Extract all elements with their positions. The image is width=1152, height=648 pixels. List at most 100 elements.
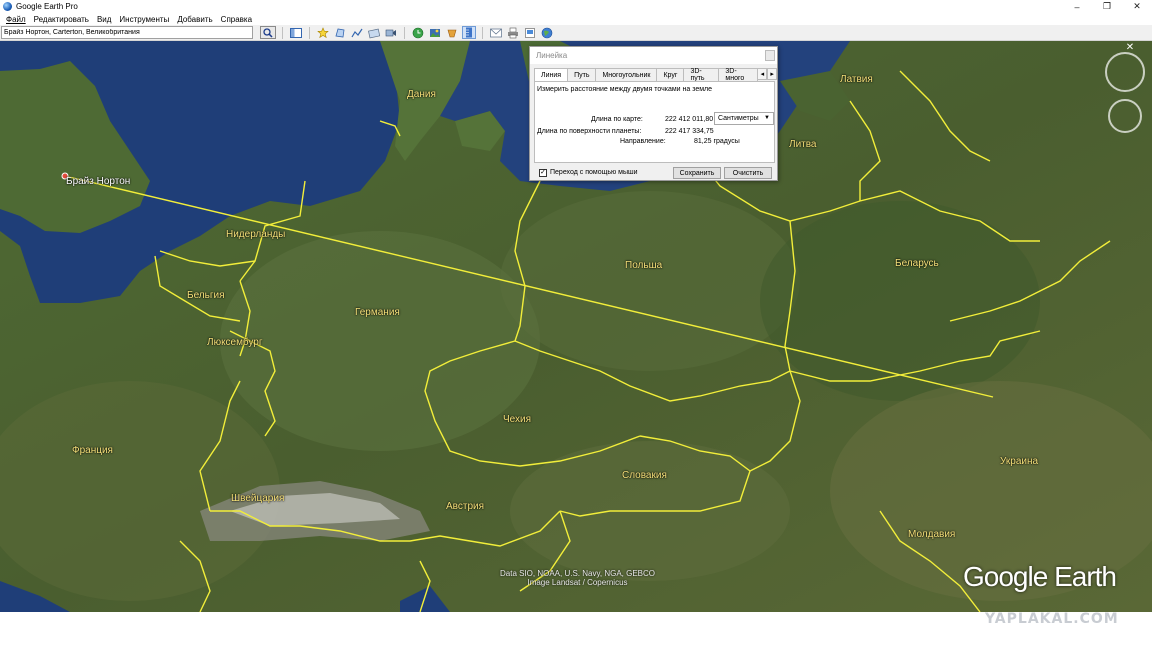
country-label: Беларусь xyxy=(895,258,939,269)
units-selected-value: Сантиметры xyxy=(718,115,759,122)
country-label: Бельгия xyxy=(187,290,225,301)
heading-label: Направление: xyxy=(620,138,666,145)
menu-edit[interactable]: Редактировать xyxy=(30,15,93,24)
planet-icon xyxy=(447,29,457,37)
ruler-icon xyxy=(466,27,472,38)
historical-imagery-icon xyxy=(412,27,424,38)
sunlight-icon xyxy=(430,28,440,37)
save-button[interactable]: Сохранить xyxy=(673,167,721,179)
country-label: Чехия xyxy=(503,414,532,425)
historical-imagery-button[interactable] xyxy=(411,26,425,39)
mouse-navigation-label: Переход с помощью мыши xyxy=(550,169,638,176)
tab-line[interactable]: Линия xyxy=(534,68,569,82)
tab-3d-path[interactable]: 3D-путь xyxy=(683,68,720,82)
search-input[interactable] xyxy=(1,26,253,39)
placemark-label[interactable]: Брайз Нортон xyxy=(66,176,130,187)
country-label: Молдавия xyxy=(908,529,956,540)
view-in-maps-button[interactable] xyxy=(540,26,554,39)
toolbar-separator xyxy=(282,26,283,39)
tab-circle[interactable]: Круг xyxy=(656,68,685,81)
print-button[interactable] xyxy=(506,26,520,39)
country-label: Франция xyxy=(72,445,113,456)
country-label: Нидерланды xyxy=(226,229,286,240)
sidebar-toggle-button[interactable] xyxy=(289,26,303,39)
tour-icon xyxy=(385,29,396,36)
tab-3d-polygon[interactable]: 3D-много xyxy=(718,68,759,82)
navigation-look-joystick[interactable] xyxy=(1108,99,1142,133)
ground-length-label: Длина по поверхности планеты: xyxy=(537,128,642,135)
globe-icon xyxy=(541,27,553,38)
save-image-icon xyxy=(525,27,535,38)
country-label: Латвия xyxy=(840,74,873,85)
country-label: Люксембург xyxy=(207,337,263,348)
units-select[interactable]: Сантиметры ▼ xyxy=(714,112,774,125)
ruler-tab-bar: Линия Путь Многоугольник Круг 3D-путь 3D… xyxy=(534,68,777,82)
ruler-panel: Измерить расстояние между двумя точками … xyxy=(534,81,775,163)
navigation-compass[interactable] xyxy=(1105,52,1145,92)
mouse-navigation-checkbox[interactable]: ✓ xyxy=(539,169,547,177)
country-label: Украина xyxy=(1000,456,1039,467)
image-overlay-icon xyxy=(368,28,380,38)
search-icon xyxy=(263,27,273,38)
ruler-footer: ✓ Переход с помощью мыши Сохранить Очист… xyxy=(534,166,775,180)
minimize-button[interactable]: – xyxy=(1062,0,1092,13)
tab-path[interactable]: Путь xyxy=(567,68,597,81)
country-label: Словакия xyxy=(622,470,667,481)
toolbar xyxy=(0,25,1152,41)
add-placemark-button[interactable] xyxy=(316,26,330,39)
imagery-attribution: Data SIO, NOAA, U.S. Navy, NGA, GEBCO Im… xyxy=(500,569,655,587)
google-earth-logo: Google Earth xyxy=(963,561,1117,592)
toolbar-separator xyxy=(404,26,405,39)
ruler-close-button[interactable] xyxy=(765,50,775,61)
menu-bar: Файл Редактировать Вид Инструменты Добав… xyxy=(0,13,1152,25)
menu-file[interactable]: Файл xyxy=(0,15,30,24)
record-tour-button[interactable] xyxy=(384,26,398,39)
tab-scroll-right-icon[interactable]: ▸ xyxy=(767,68,777,80)
country-label: Германия xyxy=(355,307,400,318)
tab-polygon[interactable]: Многоугольник xyxy=(595,68,658,81)
tab-scroll-left-icon[interactable]: ◂ xyxy=(757,68,768,80)
print-icon xyxy=(508,27,518,38)
planets-button[interactable] xyxy=(445,26,459,39)
map-length-label: Длина по карте: xyxy=(591,116,643,123)
polygon-icon xyxy=(335,28,345,37)
toolbar-separator xyxy=(309,26,310,39)
map-length-value: 222 412 011,80 xyxy=(665,116,714,123)
menu-add[interactable]: Добавить xyxy=(173,15,216,24)
window-title: Google Earth Pro xyxy=(16,2,78,11)
ruler-button[interactable] xyxy=(462,26,476,39)
chevron-down-icon: ▼ xyxy=(764,115,770,121)
title-bar: Google Earth Pro – ❐ ✕ xyxy=(0,0,1152,13)
window-controls: – ❐ ✕ xyxy=(1062,0,1152,13)
country-label: Дания xyxy=(407,89,436,100)
watermark: YAPLAKAL.COM xyxy=(985,611,1119,627)
menu-view[interactable]: Вид xyxy=(93,15,115,24)
maximize-button[interactable]: ❐ xyxy=(1092,0,1122,13)
path-icon xyxy=(351,28,363,37)
heading-value: 81,25 градусы xyxy=(694,138,740,145)
placemark-pin-icon xyxy=(317,26,329,38)
search-button[interactable] xyxy=(260,26,276,39)
google-earth-app-icon xyxy=(3,2,12,11)
toolbar-separator xyxy=(482,26,483,39)
country-label: Польша xyxy=(625,260,663,271)
country-label: Литва xyxy=(789,139,817,150)
country-label: Швейцария xyxy=(231,493,285,504)
email-icon xyxy=(490,28,502,37)
close-button[interactable]: ✕ xyxy=(1122,0,1152,13)
ruler-dialog: Линейка Линия Путь Многоугольник Круг 3D… xyxy=(529,46,778,181)
menu-tools[interactable]: Инструменты xyxy=(115,15,173,24)
ground-length-value: 222 417 334,75 xyxy=(665,128,714,135)
ruler-dialog-title[interactable]: Линейка xyxy=(530,47,777,64)
sunlight-button[interactable] xyxy=(428,26,442,39)
add-image-overlay-button[interactable] xyxy=(367,26,381,39)
save-image-button[interactable] xyxy=(523,26,537,39)
country-label: Австрия xyxy=(446,501,485,512)
add-polygon-button[interactable] xyxy=(333,26,347,39)
ruler-description: Измерить расстояние между двумя точками … xyxy=(537,86,713,93)
sidebar-icon xyxy=(290,27,302,38)
add-path-button[interactable] xyxy=(350,26,364,39)
menu-help[interactable]: Справка xyxy=(217,15,256,24)
email-button[interactable] xyxy=(489,26,503,39)
clear-button[interactable]: Очистить xyxy=(724,167,772,179)
